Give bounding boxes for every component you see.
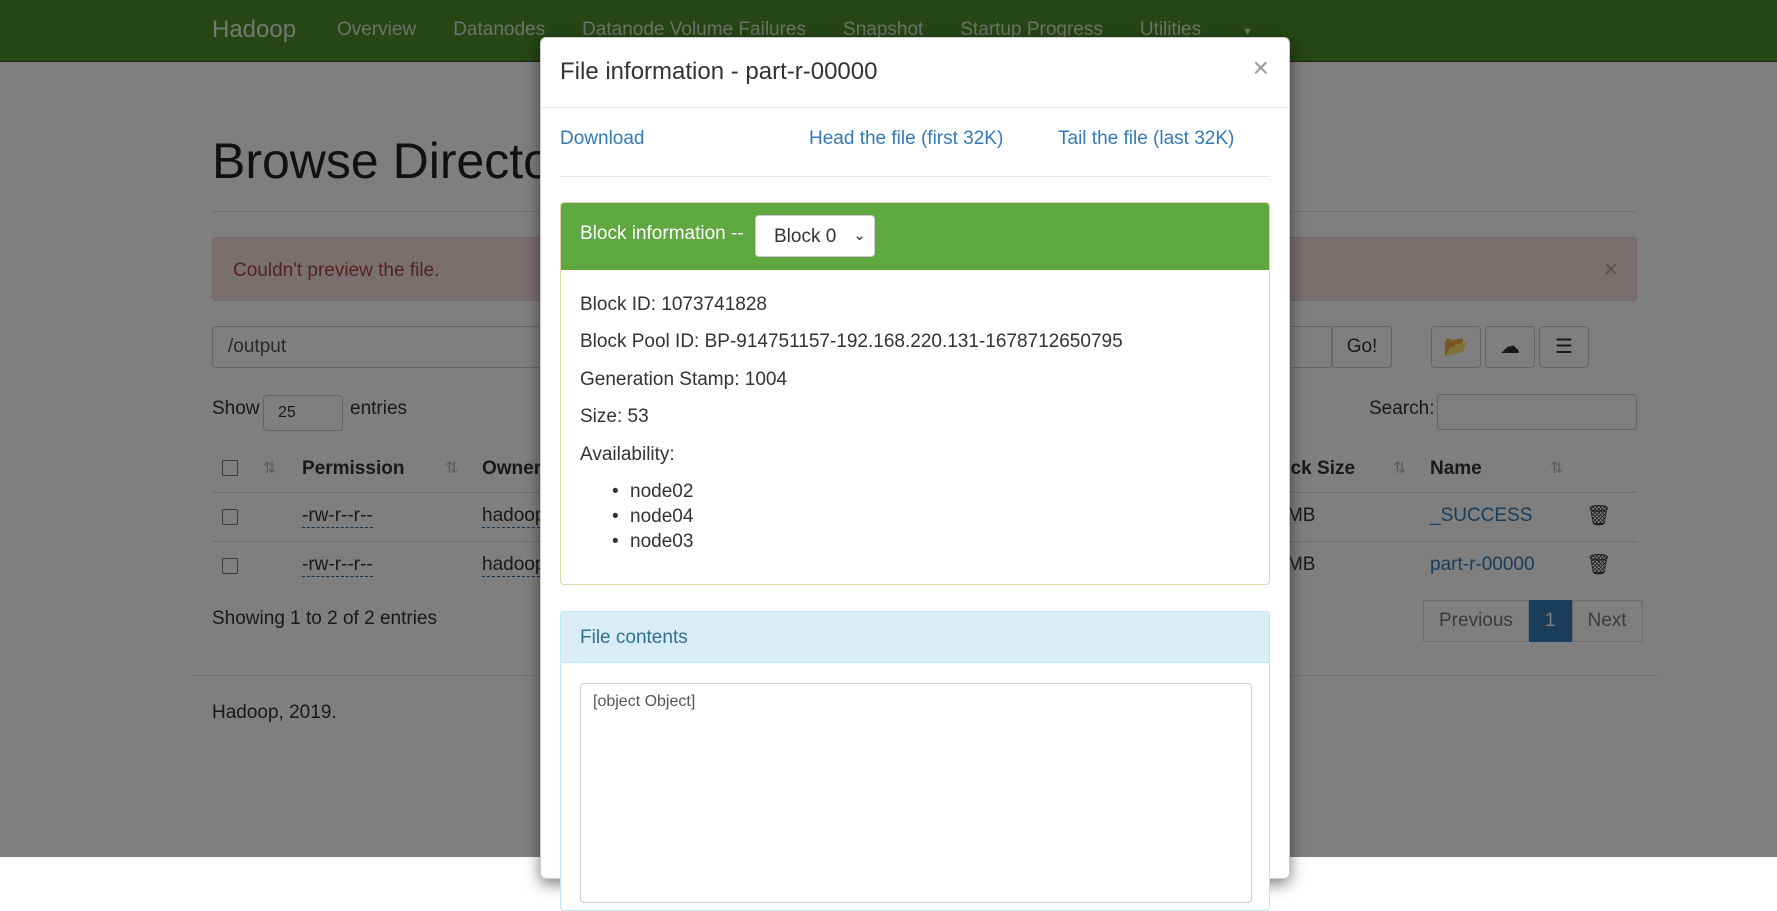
bullet-icon: • xyxy=(612,531,619,552)
block-pool-id: Block Pool ID: BP-914751157-192.168.220.… xyxy=(580,331,1123,352)
modal-divider xyxy=(560,176,1270,177)
node-name: node04 xyxy=(630,506,694,527)
head-file-link[interactable]: Head the file (first 32K) xyxy=(809,128,1003,150)
list-item: • node03 xyxy=(612,531,694,553)
block-select[interactable]: Block 0 ⌄ xyxy=(755,215,875,257)
file-contents-textarea[interactable]: [object Object] xyxy=(580,683,1252,903)
file-contents-title: File contents xyxy=(580,627,688,648)
download-link[interactable]: Download xyxy=(560,128,645,150)
block-select-value: Block 0 xyxy=(774,226,837,247)
list-item: • node04 xyxy=(612,506,694,528)
modal-header: File information - part-r-00000 × xyxy=(541,38,1289,108)
node-name: node02 xyxy=(630,481,694,502)
chevron-down-icon: ⌄ xyxy=(853,227,866,244)
node-name: node03 xyxy=(630,531,694,552)
block-info-header: Block information -- Block 0 ⌄ xyxy=(561,203,1269,270)
file-info-modal: File information - part-r-00000 × Downlo… xyxy=(540,37,1290,911)
block-size: Size: 53 xyxy=(580,406,649,427)
tail-file-link[interactable]: Tail the file (last 32K) xyxy=(1058,128,1234,150)
block-info-panel: Block information -- Block 0 ⌄ Block ID:… xyxy=(560,202,1270,585)
modal-title: File information - part-r-00000 xyxy=(560,58,878,85)
close-icon[interactable]: × xyxy=(1253,52,1269,84)
bullet-icon: • xyxy=(612,481,619,502)
generation-stamp: Generation Stamp: 1004 xyxy=(580,369,788,390)
list-item: • node02 xyxy=(612,481,694,503)
file-contents-header: File contents xyxy=(561,612,1269,663)
bullet-icon: • xyxy=(612,506,619,527)
block-info-label: Block information -- xyxy=(580,223,744,244)
block-id: Block ID: 1073741828 xyxy=(580,294,767,315)
file-contents-panel: File contents [object Object] xyxy=(560,611,1270,911)
availability-label: Availability: xyxy=(580,444,675,465)
